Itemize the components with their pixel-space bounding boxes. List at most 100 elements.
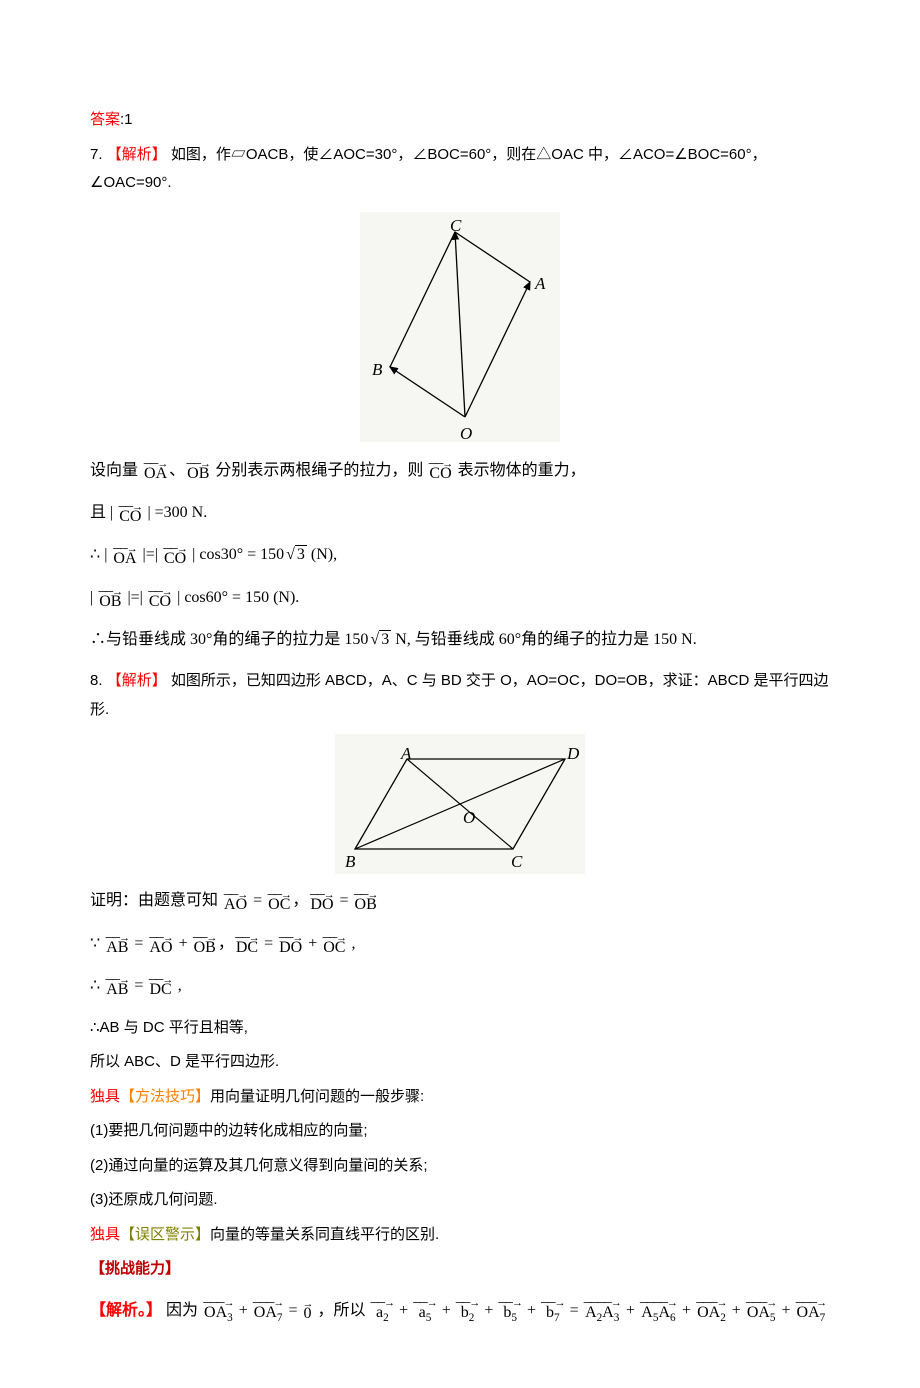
plus: + <box>235 1302 252 1319</box>
q7-eq1: ∴ | ──→OA |=| ──→CO | cos30° = 1503 (N), <box>90 540 830 570</box>
because: ∵ <box>90 935 100 952</box>
subscript: 3 <box>227 1312 233 1324</box>
vec-co: ──→CO <box>428 459 452 482</box>
sep: 、 <box>169 462 185 479</box>
q8-because: ∵ ──→AB = ──→AO + ──→OB，──→DC = ──→DO + … <box>90 929 830 959</box>
vec-body: DC <box>235 940 259 956</box>
vec-dc: ──→DC <box>148 975 172 998</box>
text-seg: |=| <box>123 589 146 606</box>
parallelogram-svg <box>360 212 560 442</box>
label-a: A <box>535 268 545 300</box>
vec-body: OA <box>204 1304 227 1321</box>
answer-label: 答案 <box>90 111 120 128</box>
q7-conclusion: ∴与铅垂线成 30°角的绳子的拉力是 150 3 N, 与铅垂线成 60°角的绳子… <box>90 625 830 655</box>
vec-body: OC <box>322 940 346 956</box>
q8-therefore: ∴ ──→AB = ──→DC , <box>90 971 830 1001</box>
text-seg: | =300 N. <box>147 504 207 521</box>
vec-ob: ──→OB <box>354 890 378 913</box>
vec-body: OA <box>747 1304 770 1321</box>
vec-body: AB <box>105 982 129 998</box>
vec-body: OA <box>797 1304 820 1321</box>
vec-body: b <box>503 1304 511 1321</box>
vec-body: OA <box>112 551 137 567</box>
vec-do: ──→DO <box>278 933 303 956</box>
label-o: O <box>463 802 475 834</box>
figure-parallelogram-abcd: A D B C O <box>90 734 830 874</box>
vec-ob: ──→OB <box>193 933 217 956</box>
challenge-analysis: 【解析。】 因为 ───→OA3 + ───→OA7 = →0 ，所以 ──→a… <box>90 1296 830 1326</box>
therefore: ∴ <box>90 977 100 994</box>
q7-text: 如图，作▱OACB，使∠AOC=30°，∠BOC=60°，则在△OAC 中，∠A… <box>90 146 767 192</box>
vec-oc: ──→OC <box>322 933 346 956</box>
vec-body: OB <box>98 594 122 610</box>
text-seg: 证明：由题意可知 <box>90 892 218 909</box>
eq: = <box>130 977 147 994</box>
plus: + <box>728 1302 745 1319</box>
warn-text: 向量的等量关系同直线平行的区别. <box>210 1226 439 1243</box>
vec-do: ──→DO <box>309 890 334 913</box>
text-seg: ∴与铅垂线成 30°角的绳子的拉力是 150 <box>90 631 368 648</box>
vec-ob: ──→OB <box>98 587 122 610</box>
challenge-tag: 【挑战能力】 <box>90 1255 830 1284</box>
vec-co: ──→CO <box>118 502 142 525</box>
plus: + <box>678 1302 695 1319</box>
subscript: 7 <box>820 1312 826 1324</box>
tip-2: (2)通过向量的运算及其几何意义得到向量间的关系; <box>90 1152 830 1181</box>
vec-co: ──→CO <box>148 587 172 610</box>
figure-canvas: C A B O <box>360 212 560 442</box>
vec-body: OA <box>143 466 168 482</box>
vec-body: A <box>658 1304 670 1321</box>
vec-body: AO <box>223 897 248 913</box>
label-d: D <box>567 738 579 770</box>
q7-prefix: 7. <box>90 146 103 163</box>
label-o: O <box>460 418 472 450</box>
label-a: A <box>401 738 411 770</box>
q8-analysis: 8. 【解析】 如图所示，已知四边形 ABCD，A、C 与 BD 交于 O，AO… <box>90 667 830 724</box>
tip-3: (3)还原成几何问题. <box>90 1186 830 1215</box>
comma: ， <box>292 892 308 909</box>
subscript: 5 <box>770 1312 776 1324</box>
subscript: 5 <box>511 1312 517 1324</box>
vec-body: OB <box>193 940 217 956</box>
text-seg: 设向量 <box>90 462 138 479</box>
text-seg: | <box>104 546 111 563</box>
tip-text: 用向量证明几何问题的一般步骤: <box>210 1088 424 1105</box>
vec-body: OB <box>186 466 210 482</box>
radicand: 3 <box>379 630 391 648</box>
eq: = <box>284 1302 301 1319</box>
tip-line: 独具【方法技巧】用向量证明几何问题的一般步骤: <box>90 1083 830 1112</box>
figure-parallelogram-oacb: C A B O <box>90 212 830 442</box>
q7-eq2: | ──→OB |=| ──→CO | cos60° = 150 (N). <box>90 583 830 613</box>
q8-prefix: 8. <box>90 672 103 689</box>
vec-ao: ──→AO <box>223 890 248 913</box>
therefore: ∴ <box>90 546 100 563</box>
text-seg: N, 与铅垂线成 60°角的绳子的拉力是 150 N. <box>391 631 697 648</box>
vec-ob: ──→OB <box>186 459 210 482</box>
analysis-tag: 【解析】 <box>107 146 167 163</box>
vec-oc: ──→OC <box>267 890 291 913</box>
vec-body: a <box>419 1304 426 1321</box>
warn-tag: 【误区警示】 <box>120 1226 210 1243</box>
eq: = <box>566 1302 583 1319</box>
warn-prefix: 独具 <box>90 1226 120 1243</box>
text-seg: | cos30° = 150 <box>188 546 284 563</box>
vec-body: a <box>376 1304 383 1321</box>
vec-body: b <box>461 1304 469 1321</box>
plus: + <box>304 935 321 952</box>
text-seg: ，所以 <box>318 1302 366 1319</box>
vec-body: DO <box>309 897 334 913</box>
plus: + <box>480 1302 497 1319</box>
vec-body: AB <box>105 940 129 956</box>
vec-oa: ──→OA <box>143 459 168 482</box>
vec-body: CO <box>118 509 142 525</box>
q8-conclusion1: ∴AB 与 DC 平行且相等, <box>90 1014 830 1043</box>
vec-body: A <box>585 1304 597 1321</box>
eq: = <box>130 935 147 952</box>
subscript: 2 <box>383 1312 389 1324</box>
tip-prefix: 独具 <box>90 1088 120 1105</box>
answer-line: 答案:1 <box>90 106 830 135</box>
warn-line: 独具【误区警示】向量的等量关系同直线平行的区别. <box>90 1221 830 1250</box>
vec-body: OA <box>254 1304 277 1321</box>
tip-1: (1)要把几何问题中的边转化成相应的向量; <box>90 1117 830 1146</box>
vec-ab: ──→AB <box>105 975 129 998</box>
